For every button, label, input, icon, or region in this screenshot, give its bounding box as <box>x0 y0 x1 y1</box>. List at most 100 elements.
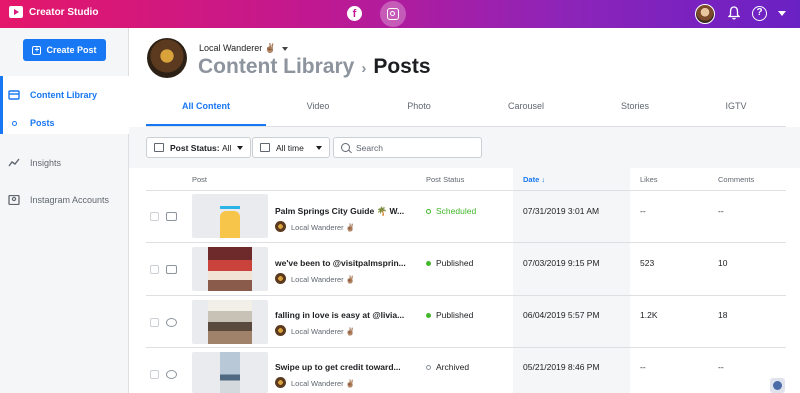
status-badge: Published <box>426 258 473 268</box>
brand[interactable]: Creator Studio <box>9 6 98 18</box>
post-author: Local Wanderer ✌🏽 <box>291 379 356 388</box>
row-checkbox[interactable] <box>150 370 159 379</box>
post-comments: 10 <box>718 258 728 268</box>
creator-studio-logo-icon <box>9 6 23 18</box>
sidebar-item-label: Content Library <box>30 90 98 100</box>
status-text: Published <box>436 258 474 268</box>
date-range-value: All time <box>276 142 304 153</box>
breadcrumb-parent[interactable]: Content Library <box>198 55 354 78</box>
carousel-icon <box>166 318 177 327</box>
search-icon <box>341 143 350 152</box>
author-avatar <box>275 221 286 232</box>
help-icon[interactable]: ? <box>752 6 767 21</box>
sidebar-item-posts[interactable]: Posts <box>8 118 55 128</box>
status-text: Published <box>436 310 474 320</box>
post-comments: 18 <box>718 310 728 320</box>
sorted-column-highlight <box>513 168 630 393</box>
column-header-date[interactable]: Date ↓ <box>523 175 545 184</box>
chevron-down-icon <box>315 145 322 150</box>
post-likes: -- <box>640 362 646 372</box>
status-dot-icon <box>426 208 431 214</box>
post-comments: -- <box>718 206 724 216</box>
status-dot-icon <box>426 312 431 318</box>
status-dot-icon <box>426 260 431 266</box>
status-text: Archived <box>436 362 470 372</box>
status-dot-icon <box>426 364 431 370</box>
chevron-down-icon <box>237 145 244 150</box>
sidebar: + Create Post Content Library Posts Insi… <box>0 28 129 393</box>
status-badge: Scheduled <box>426 206 476 216</box>
post-author: Local Wanderer ✌🏽 <box>291 327 356 336</box>
sidebar-item-insights[interactable]: Insights <box>8 158 61 168</box>
content-library-icon <box>8 90 20 100</box>
tab-stories[interactable]: Stories <box>584 95 686 126</box>
content-tabs: All Content Video Photo Carousel Stories… <box>146 95 786 127</box>
post-date: 07/03/2019 9:15 PM <box>523 258 600 268</box>
status-badge: Published <box>426 310 473 320</box>
sidebar-item-label: Instagram Accounts <box>30 195 110 205</box>
column-header-post: Post <box>192 175 208 184</box>
account-name: Local Wanderer ✌🏽 <box>199 43 276 53</box>
row-checkbox[interactable] <box>150 265 159 274</box>
author-avatar <box>275 377 286 388</box>
tab-photo[interactable]: Photo <box>370 95 468 126</box>
post-caption[interactable]: Swipe up to get credit toward... <box>275 362 408 372</box>
row-checkbox[interactable] <box>150 318 159 327</box>
post-caption[interactable]: falling in love is easy at @livia... <box>275 310 408 320</box>
language-globe-icon[interactable] <box>770 378 785 393</box>
column-header-comments[interactable]: Comments <box>718 175 754 184</box>
status-icon <box>154 143 164 152</box>
post-date: 06/04/2019 5:57 PM <box>523 310 600 320</box>
search-input[interactable] <box>356 142 476 153</box>
row-divider <box>146 242 786 243</box>
tab-video[interactable]: Video <box>266 95 370 126</box>
story-icon <box>166 370 177 379</box>
post-date: 05/21/2019 8:46 PM <box>523 362 600 372</box>
post-thumbnail[interactable] <box>192 247 268 291</box>
tab-igtv[interactable]: IGTV <box>686 95 786 126</box>
create-post-button[interactable]: + Create Post <box>23 39 106 61</box>
sidebar-item-label: Posts <box>30 118 55 128</box>
author-avatar <box>275 273 286 284</box>
date-range-filter[interactable]: All time <box>252 137 330 158</box>
sidebar-item-instagram-accounts[interactable]: Instagram Accounts <box>8 195 109 205</box>
tab-all-content[interactable]: All Content <box>146 95 266 126</box>
facebook-icon[interactable]: f <box>347 6 362 21</box>
post-caption[interactable]: we've been to @visitpalmsprin... <box>275 258 408 268</box>
post-comments: -- <box>718 362 724 372</box>
row-divider <box>146 190 786 191</box>
top-bar: Creator Studio f ? <box>0 0 800 28</box>
post-thumbnail[interactable] <box>192 194 268 238</box>
column-header-likes[interactable]: Likes <box>640 175 658 184</box>
bell-icon[interactable] <box>728 6 740 20</box>
post-likes: 523 <box>640 258 655 268</box>
post-author: Local Wanderer ✌🏽 <box>291 275 356 284</box>
post-caption[interactable]: Palm Springs City Guide 🌴 W... <box>275 206 408 217</box>
app-title: Creator Studio <box>29 6 99 18</box>
chevron-down-icon <box>281 46 288 51</box>
chevron-down-icon[interactable] <box>778 11 786 16</box>
post-likes: -- <box>640 206 646 216</box>
post-author: Local Wanderer ✌🏽 <box>291 223 356 232</box>
instagram-icon[interactable] <box>387 8 399 20</box>
user-avatar[interactable] <box>695 4 715 24</box>
post-date: 07/31/2019 3:01 AM <box>523 206 600 216</box>
chevron-right-icon: › <box>361 60 367 77</box>
post-status-filter[interactable]: Post Status: All <box>146 137 252 158</box>
search-box <box>333 137 482 158</box>
page-title: Posts <box>373 55 431 78</box>
post-thumbnail[interactable] <box>192 300 268 344</box>
dot-icon <box>12 120 17 126</box>
status-text: Scheduled <box>436 206 477 216</box>
row-divider <box>146 295 786 296</box>
profile-avatar[interactable] <box>147 38 187 78</box>
column-header-status[interactable]: Post Status <box>426 175 464 184</box>
post-thumbnail[interactable] <box>192 352 268 393</box>
sidebar-item-content-library[interactable]: Content Library <box>8 90 97 100</box>
row-checkbox[interactable] <box>150 212 159 221</box>
insights-icon <box>8 158 20 167</box>
tab-carousel[interactable]: Carousel <box>468 95 584 126</box>
account-switcher[interactable]: Local Wanderer ✌🏽 <box>199 43 288 54</box>
breadcrumb: Content Library › Posts <box>198 55 431 79</box>
post-status-label: Post Status: <box>170 142 220 153</box>
